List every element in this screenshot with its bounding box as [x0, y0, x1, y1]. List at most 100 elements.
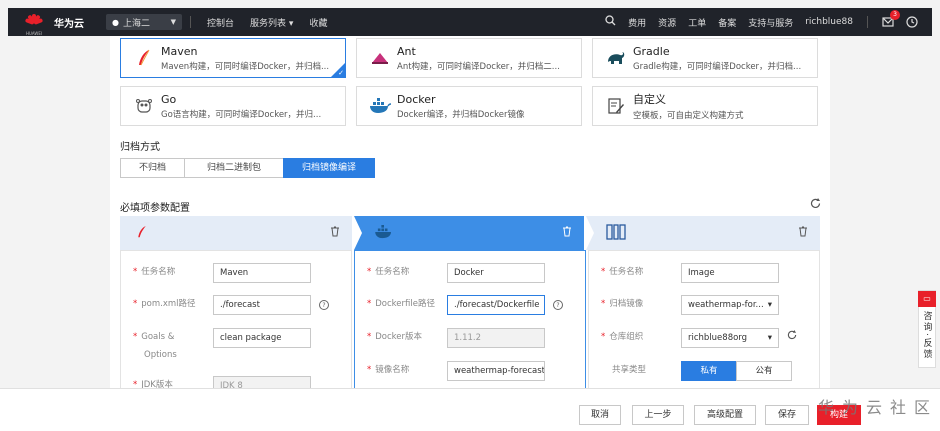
archive-image-select[interactable]: weathermap-for... ▾: [681, 295, 779, 315]
share-private-option[interactable]: 私有: [681, 361, 737, 381]
template-card-gradle[interactable]: Gradle Gradle构建，可同时编译Docker，并归档...: [592, 38, 818, 78]
share-type-toggle: 私有 公有: [681, 361, 792, 381]
dockerfile-path-input[interactable]: ./forecast/Dockerfile: [447, 295, 545, 315]
params-title: 必填项参数配置: [120, 203, 190, 214]
nav-billing[interactable]: 费用: [628, 16, 646, 29]
docker-task-name-input[interactable]: Docker: [447, 263, 545, 283]
step-image[interactable]: [586, 216, 820, 250]
nav-support[interactable]: 支持与服务: [748, 16, 793, 29]
maven-feather-icon: [133, 48, 155, 68]
maven-task-name-input[interactable]: Maven: [213, 263, 311, 283]
nav-divider: [867, 16, 868, 28]
search-icon[interactable]: [605, 15, 616, 29]
docker-whale-icon: [374, 224, 394, 242]
archive-option-image[interactable]: 归档镜像编译: [283, 158, 376, 178]
field-label: 共享类型: [612, 365, 647, 375]
nav-resources[interactable]: 资源: [658, 16, 676, 29]
template-card-maven[interactable]: Maven Maven构建，可同时编译Docker，并归档... ✓: [120, 38, 346, 78]
refresh-icon[interactable]: [787, 328, 797, 348]
template-desc: Go语言构建，可同时编译Docker，并归...: [161, 109, 322, 120]
left-gutter: [8, 36, 110, 388]
field-label: * 镜像名称: [367, 365, 410, 375]
chevron-down-icon: ▾: [767, 300, 772, 310]
template-name: 自定义: [633, 93, 666, 106]
maven-params-panel: * 任务名称 Maven * pom.xml路径 ./forecast ? * Goa…: [120, 250, 352, 388]
help-icon[interactable]: ?: [553, 300, 563, 310]
custom-edit-icon: [605, 96, 627, 116]
field-label: * Dockerfile路径: [367, 299, 435, 309]
nav-divider: [190, 16, 191, 28]
right-gutter: [830, 36, 932, 388]
field-label: * 任务名称: [367, 267, 410, 277]
help-icon[interactable]: ?: [319, 300, 329, 310]
maven-goals-input[interactable]: clean package: [213, 328, 311, 348]
field-label: * 任务名称: [601, 267, 644, 277]
nav-icp[interactable]: 备案: [718, 16, 736, 29]
user-menu[interactable]: richblue88: [805, 17, 853, 27]
share-public-option[interactable]: 公有: [736, 361, 792, 381]
archive-image-row: * 归档镜像 weathermap-for... ▾: [601, 295, 779, 315]
chevron-down-icon: ▾: [288, 18, 294, 29]
chevron-down-icon: ▼: [170, 18, 176, 26]
archive-mode-segmented: 不归档 归档二进制包 归档镜像编译: [120, 158, 376, 178]
archive-option-none[interactable]: 不归档: [120, 158, 186, 178]
template-name: Docker: [397, 92, 436, 106]
maven-pom-row: * pom.xml路径 ./forecast ?: [133, 295, 329, 315]
trash-icon[interactable]: [562, 226, 572, 240]
maven-jdk-row: * JDK版本 JDK 8: [133, 376, 311, 388]
template-card-go[interactable]: Go Go语言构建，可同时编译Docker，并归...: [120, 86, 346, 126]
repo-org-select[interactable]: richblue88org ▾: [681, 328, 779, 348]
template-card-custom[interactable]: 自定义 空模板，可自由定义构建方式: [592, 86, 818, 126]
image-archive-icon: [606, 223, 626, 243]
maven-pom-path-input[interactable]: ./forecast: [213, 295, 311, 315]
region-select[interactable]: ● 上海二 ▼: [106, 14, 182, 30]
footer-actions: 取消 上一步 高级配置 保存 构建: [0, 388, 940, 431]
feedback-label: 咨询·反馈: [921, 311, 932, 360]
dockerfile-path-row: * Dockerfile路径 ./forecast/Dockerfile ?: [367, 295, 563, 315]
feedback-tab[interactable]: ▭ 咨询·反馈: [918, 290, 936, 368]
docker-task-name-row: * 任务名称 Docker: [367, 263, 545, 283]
archive-option-binary[interactable]: 归档二进制包: [184, 158, 285, 178]
nav-console[interactable]: 控制台: [207, 16, 234, 29]
archive-title: 归档方式: [120, 142, 160, 153]
refresh-icon[interactable]: [810, 198, 821, 212]
message-icon[interactable]: 3: [882, 10, 900, 28]
previous-button[interactable]: 上一步: [632, 405, 684, 425]
nav-favorites[interactable]: 收藏: [309, 16, 327, 29]
nav-service-list[interactable]: 服务列表 ▾: [250, 16, 293, 29]
message-count-badge: 3: [890, 10, 900, 20]
field-label: * Goals & Options: [133, 332, 177, 360]
template-desc: Docker编译，并归档Docker镜像: [397, 109, 525, 120]
docker-params-panel: * 任务名称 Docker * Dockerfile路径 ./forecast/Do…: [354, 250, 586, 388]
save-button[interactable]: 保存: [765, 405, 809, 425]
template-desc: Gradle构建，可同时编译Docker，并归档...: [633, 61, 802, 72]
template-card-docker[interactable]: Docker Docker编译，并归档Docker镜像: [356, 86, 582, 126]
build-template-page: Maven Maven构建，可同时编译Docker，并归档... ✓ Ant A…: [110, 36, 830, 388]
brand-name: 华为云: [54, 18, 84, 30]
maven-feather-icon: [136, 224, 148, 243]
trash-icon[interactable]: [798, 226, 808, 240]
clock-icon[interactable]: [906, 16, 918, 28]
template-card-ant[interactable]: Ant Ant构建，可同时编译Docker，并归档二...: [356, 38, 582, 78]
image-name-row: * 镜像名称 weathermap-forecast: [367, 361, 545, 381]
nav-service-list-label: 服务列表: [250, 18, 287, 29]
step-docker[interactable]: [354, 216, 584, 250]
maven-jdk-select[interactable]: JDK 8: [213, 376, 311, 388]
docker-version-input[interactable]: 1.11.2: [447, 328, 545, 348]
field-label: * JDK版本: [133, 380, 173, 388]
nav-tickets[interactable]: 工单: [688, 16, 706, 29]
chevron-down-icon: ▾: [767, 333, 772, 343]
advanced-config-button[interactable]: 高级配置: [694, 405, 756, 425]
image-name-input[interactable]: weathermap-forecast: [447, 361, 545, 381]
build-steps-bar: [120, 216, 820, 250]
ant-icon: [369, 48, 391, 68]
image-task-name-input[interactable]: Image: [681, 263, 779, 283]
template-name: Go: [161, 92, 177, 106]
trash-icon[interactable]: [330, 226, 340, 240]
step-maven[interactable]: [120, 216, 352, 250]
location-pin-icon: ●: [112, 17, 119, 27]
repo-org-row: * 仓库组织 richblue88org ▾: [601, 328, 797, 348]
cancel-button[interactable]: 取消: [579, 405, 621, 425]
maven-goals-row: * Goals & Options clean package: [133, 328, 311, 364]
huawei-logo[interactable]: HUAWEI 华为云: [8, 8, 96, 36]
